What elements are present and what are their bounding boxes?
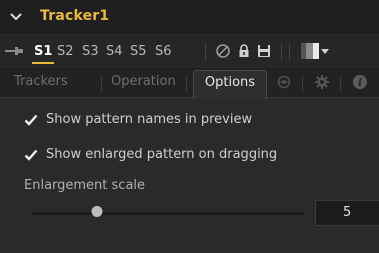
slot-s4-button[interactable]: S4 bbox=[106, 44, 123, 59]
tab-options[interactable]: Options bbox=[193, 70, 267, 99]
tab-divider bbox=[340, 76, 341, 92]
toolbar-divider bbox=[205, 44, 206, 60]
options-content: Show pattern names in preview Show enlar… bbox=[0, 99, 379, 253]
lock-icon[interactable] bbox=[236, 43, 252, 59]
slot-s2-button[interactable]: S2 bbox=[57, 44, 74, 59]
slot-s5-button[interactable]: S5 bbox=[130, 44, 147, 59]
tab-trackers[interactable]: Trackers bbox=[14, 74, 68, 89]
chevron-down-icon[interactable] bbox=[9, 10, 23, 24]
tool-toolbar: S1 S2 S3 S4 S5 S6 bbox=[0, 36, 379, 66]
modifier-icon[interactable] bbox=[276, 74, 292, 90]
tab-divider bbox=[186, 76, 187, 92]
disable-icon[interactable] bbox=[215, 43, 231, 59]
show-pattern-names-label: Show pattern names in preview bbox=[46, 112, 253, 127]
toolbar-divider bbox=[289, 44, 290, 60]
tab-operation[interactable]: Operation bbox=[111, 74, 176, 89]
info-icon[interactable]: i bbox=[352, 74, 368, 90]
checkmark-icon[interactable] bbox=[24, 113, 38, 127]
slot-s1-button[interactable]: S1 bbox=[31, 44, 55, 64]
enlargement-scale-label: Enlargement scale bbox=[24, 178, 146, 193]
enlargement-scale-slider-track[interactable] bbox=[32, 212, 304, 215]
show-enlarged-pattern-label: Show enlarged pattern on dragging bbox=[46, 147, 278, 162]
toolbar-divider bbox=[281, 44, 282, 60]
dropdown-caret-icon[interactable] bbox=[321, 49, 329, 55]
pin-icon[interactable] bbox=[4, 45, 28, 57]
tab-divider bbox=[302, 76, 303, 92]
settings-icon[interactable] bbox=[314, 74, 330, 90]
slot-s6-button[interactable]: S6 bbox=[155, 44, 172, 59]
tab-divider bbox=[101, 76, 102, 92]
tool-title: Tracker1 bbox=[40, 8, 110, 24]
checkmark-icon[interactable] bbox=[24, 148, 38, 162]
save-icon[interactable] bbox=[256, 43, 272, 59]
color-swatch-icon[interactable] bbox=[301, 43, 319, 59]
tab-bar: Trackers Operation Options i bbox=[0, 68, 379, 99]
enlargement-scale-input[interactable]: 5 bbox=[315, 200, 379, 226]
tracker-inspector-panel: Tracker1 S1 S2 S3 S4 S5 S6 Trackers Oper… bbox=[0, 0, 379, 253]
svg-text:i: i bbox=[358, 78, 362, 89]
slot-s3-button[interactable]: S3 bbox=[82, 44, 99, 59]
enlargement-scale-slider-thumb[interactable] bbox=[91, 206, 103, 217]
tool-header[interactable]: Tracker1 bbox=[0, 0, 379, 34]
